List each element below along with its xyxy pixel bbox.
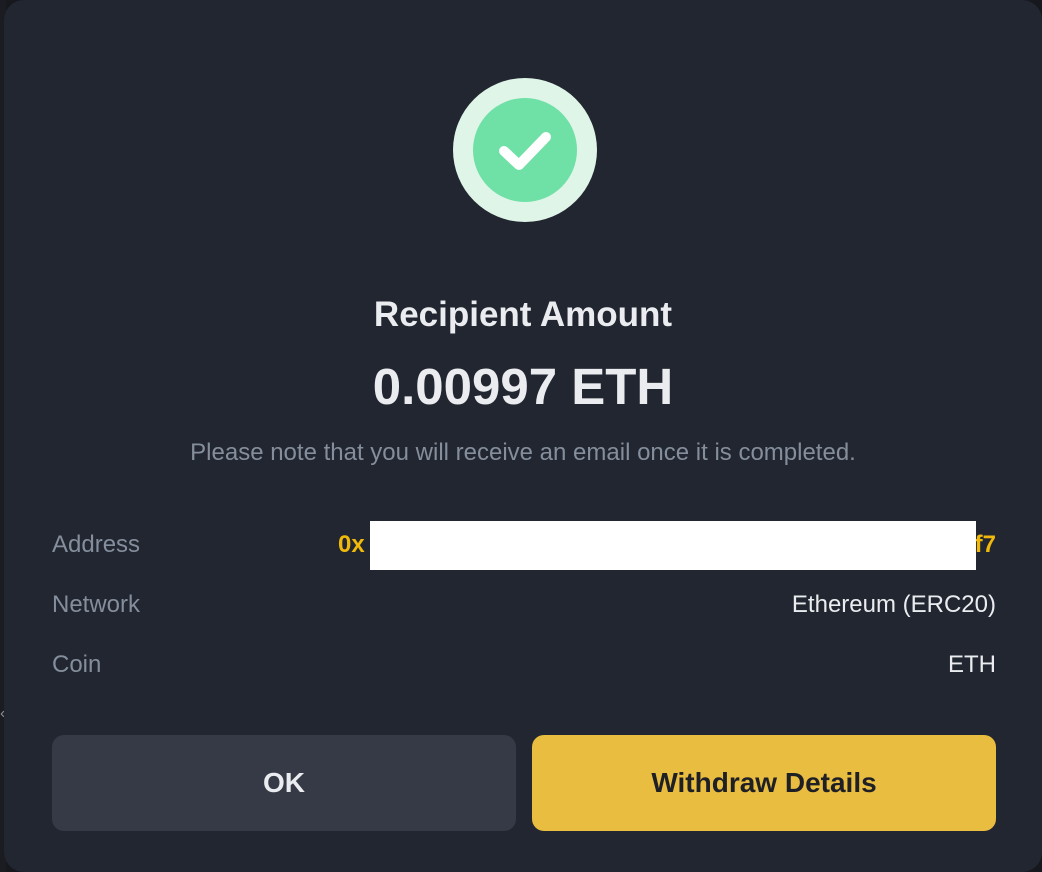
coin-value: ETH — [948, 651, 996, 678]
detail-row-address: Address 0x f7 — [52, 521, 996, 570]
check-icon — [473, 98, 577, 202]
withdraw-success-modal: Recipient Amount 0.00997 ETH Please note… — [4, 0, 1042, 872]
address-redaction — [370, 521, 976, 570]
network-value: Ethereum (ERC20) — [791, 591, 996, 618]
ok-button[interactable]: OK — [52, 735, 516, 831]
coin-label: Coin — [52, 651, 102, 678]
email-note: Please note that you will receive an ema… — [190, 439, 856, 466]
success-icon-ring — [453, 78, 597, 222]
recipient-amount: 0.00997 ETH — [372, 358, 674, 415]
withdraw-details-button[interactable]: Withdraw Details — [532, 735, 996, 831]
address-label: Address — [52, 531, 141, 558]
modal-title: Recipient Amount — [373, 295, 673, 334]
network-label: Network — [52, 591, 141, 618]
detail-row-network: Network Ethereum (ERC20) — [52, 585, 996, 625]
detail-row-coin: Coin ETH — [52, 645, 996, 685]
address-value-prefix: 0x — [338, 531, 365, 558]
address-value-suffix: f7 — [974, 531, 996, 558]
